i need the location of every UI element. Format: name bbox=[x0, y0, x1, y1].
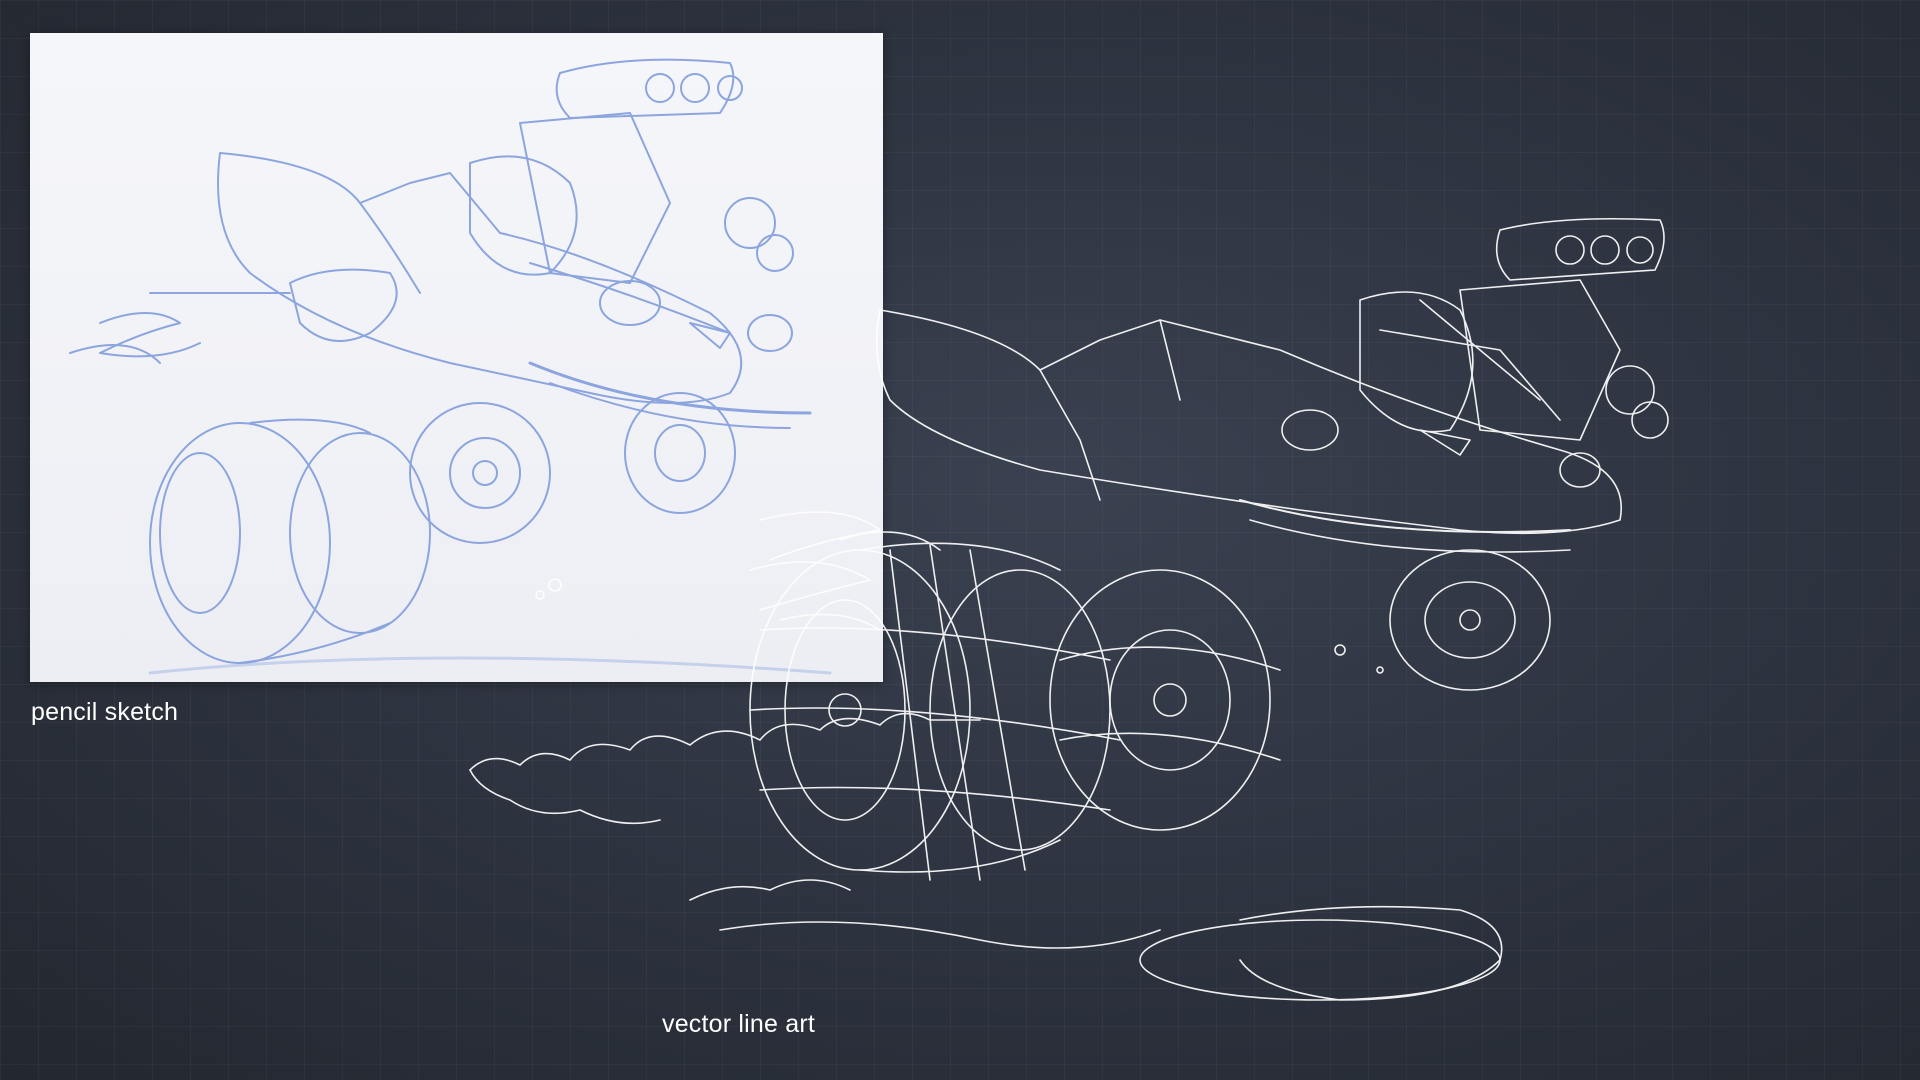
vector-line-art-caption: vector line art bbox=[662, 1010, 816, 1038]
vector-car-drawing bbox=[469, 217, 1669, 1001]
pencil-sketch-caption: pencil sketch bbox=[31, 698, 179, 726]
